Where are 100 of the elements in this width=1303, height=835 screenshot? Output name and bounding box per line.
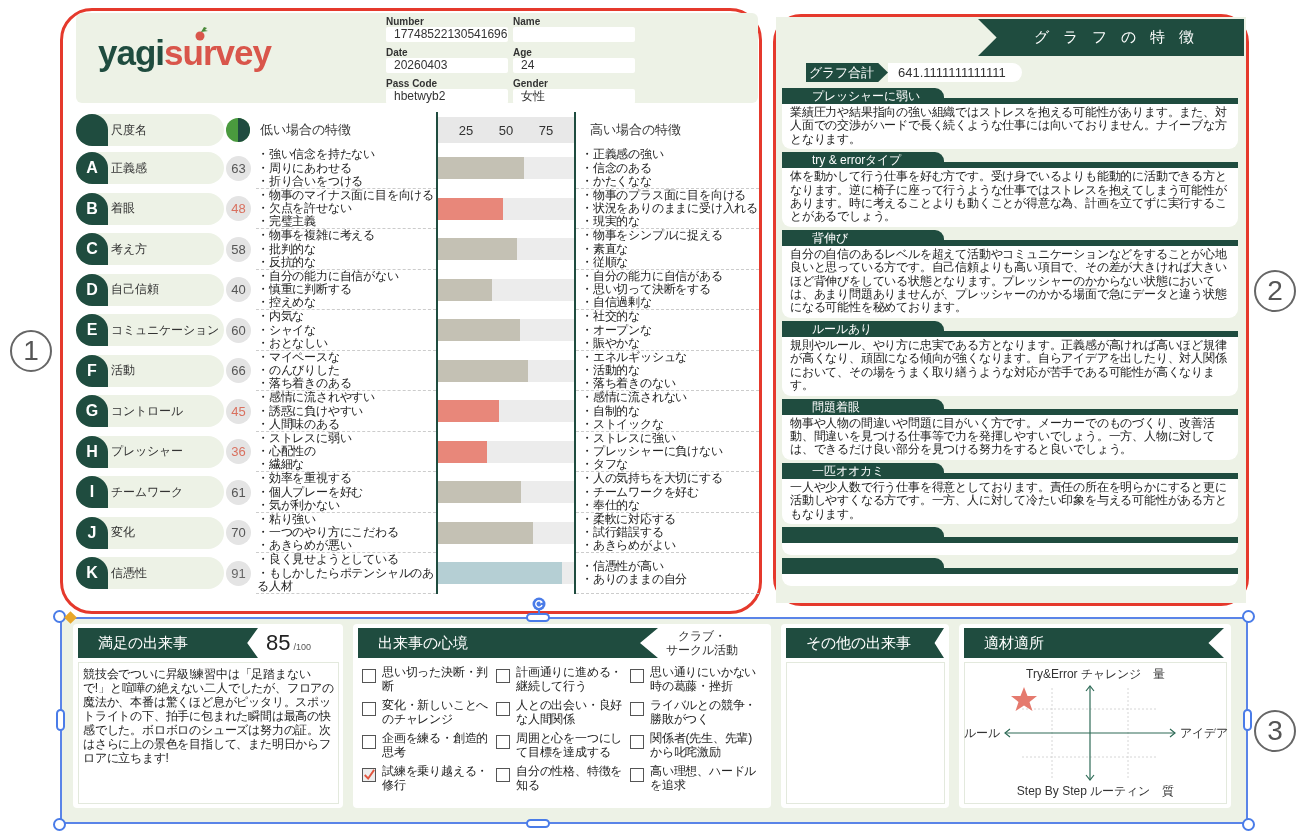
high-trait: ・あきらめがよい	[581, 539, 677, 553]
checkbox[interactable]	[362, 768, 376, 782]
input-field[interactable]	[513, 27, 635, 42]
scale-letter: G	[76, 395, 108, 428]
score-circle: 40	[226, 277, 251, 303]
resize-handle[interactable]	[1243, 709, 1252, 731]
low-trait: ・物事を複雑に考える	[257, 229, 376, 243]
scale-letter: A	[76, 152, 108, 185]
category-label: クラブ・	[678, 629, 726, 643]
checkbox[interactable]	[630, 669, 644, 683]
low-trait: ・のんびりした	[257, 364, 341, 378]
checkbox-label: 試練を乗り越える・修行	[382, 764, 490, 792]
resize-handle[interactable]	[1242, 818, 1255, 831]
rotate-handle[interactable]	[532, 597, 546, 615]
high-trait: ・自分の能力に自信がある	[581, 269, 724, 283]
checkbox-label: 人との出会い・良好な人間関係	[516, 698, 624, 726]
column-header: 高い場合の特徴	[589, 121, 682, 139]
checkbox-label: 思い切った決断・判断	[382, 665, 490, 693]
low-trait: ・誘惑に負けやすい	[257, 404, 365, 418]
column-header: 低い場合の特徴	[259, 121, 352, 139]
checkbox[interactable]	[362, 735, 376, 749]
checkbox-label: 関係者(先生、先輩)から叱咤激励	[650, 731, 753, 759]
checkbox[interactable]	[362, 669, 376, 683]
scale-name: コントロール	[111, 402, 183, 420]
high-trait: ・社交的な	[581, 310, 641, 324]
low-trait: ・シャイな	[257, 323, 317, 337]
checkbox-label: 自分の性格、特徴を知る	[516, 764, 624, 792]
high-trait: ・信憑性が高い	[581, 559, 665, 573]
input-field[interactable]: 20260403	[386, 58, 508, 73]
checkbox-label: 計画通りに進める・継続して行う	[516, 665, 624, 693]
high-trait: ・自信過剰な	[581, 296, 653, 310]
checkbox[interactable]	[362, 702, 376, 716]
checkbox[interactable]	[496, 735, 510, 749]
input-field[interactable]: 女性	[513, 89, 635, 104]
scale-name: 正義感	[111, 159, 147, 177]
input-field[interactable]: 17748522130541696	[386, 27, 508, 42]
axis-label: 量	[1152, 666, 1165, 683]
low-trait: ・粘り強い	[257, 512, 316, 527]
input-field[interactable]: hbetwyb2	[386, 89, 508, 104]
high-trait: ・ありのままの自分	[581, 573, 689, 587]
checkbox[interactable]	[496, 768, 510, 782]
low-trait: ・周りにあわせる	[257, 161, 352, 175]
high-trait: ・ストレスに強い	[581, 431, 677, 445]
low-trait: ・欠点を許せない	[257, 202, 353, 216]
low-trait: ・物事のマイナス面に目を向ける	[257, 188, 435, 202]
low-trait: ・個人プレーを好む	[257, 485, 365, 499]
high-trait: ・柔軟に対応する	[581, 512, 677, 526]
scale-letter: C	[76, 233, 108, 266]
resize-handle[interactable]	[1242, 610, 1255, 623]
score-circle: 63	[226, 155, 251, 181]
low-trait: ・おとなしい	[257, 336, 329, 351]
low-trait: ・人間味のある	[257, 417, 340, 432]
low-trait: ・感情に流されやすい	[257, 391, 376, 405]
scale-name: コミュニケーション	[111, 321, 219, 339]
axis-tick: 25	[457, 122, 475, 138]
scale-name: チームワーク	[111, 483, 183, 501]
field-label: Number	[386, 17, 425, 27]
score-circle: 48	[226, 196, 251, 222]
low-trait: ・自分の能力に自信がない	[257, 269, 400, 283]
low-trait: ・折り合いをつける	[257, 174, 365, 189]
input-field[interactable]: 24	[513, 58, 635, 73]
card-title: 問題着眼	[782, 398, 944, 415]
step-number: 2	[1254, 270, 1296, 312]
scale-letter: D	[76, 273, 108, 306]
score-circle: 60	[226, 317, 251, 343]
field-label: Name	[513, 17, 542, 27]
high-trait: ・エネルギッシュな	[581, 350, 689, 364]
score-circle: 45	[226, 398, 251, 424]
anchor-icon[interactable]	[64, 611, 77, 624]
selection-frame[interactable]	[60, 617, 1248, 824]
score-circle: 66	[226, 358, 251, 384]
column-header: 尺度名	[111, 121, 147, 139]
scale-name: 考え方	[111, 240, 147, 258]
checkbox[interactable]	[496, 702, 510, 716]
low-trait: ・効率を重視する	[257, 472, 353, 486]
high-trait: ・現実的な	[581, 215, 641, 229]
scale-letter: J	[76, 516, 108, 549]
field-label: Pass Code	[386, 79, 439, 89]
satisfaction-score: 85	[266, 630, 291, 656]
axis-label: Try&Error チャレンジ	[1026, 666, 1141, 683]
checkbox-label: ライバルとの競争・勝敗がつく	[650, 698, 758, 726]
resize-handle[interactable]	[526, 819, 550, 828]
scale-letter: E	[76, 314, 108, 347]
panel-title: 満足の出来事	[78, 628, 258, 658]
scale-letter: F	[76, 354, 108, 387]
checkbox[interactable]	[630, 768, 644, 782]
high-trait: ・活動的な	[581, 364, 641, 378]
scale-name: 変化	[111, 524, 135, 542]
resize-handle[interactable]	[53, 818, 66, 831]
checkbox[interactable]	[630, 735, 644, 749]
resize-handle[interactable]	[53, 610, 66, 623]
high-trait: ・賑やかな	[581, 336, 641, 350]
logo: yagisurvey	[98, 33, 271, 73]
card-title: 背伸び	[782, 229, 944, 246]
resize-handle[interactable]	[526, 613, 550, 622]
resize-handle[interactable]	[56, 709, 65, 731]
checkbox[interactable]	[630, 702, 644, 716]
scale-marker	[76, 114, 108, 146]
checkbox[interactable]	[496, 669, 510, 683]
total-value: 641.1111111111111	[888, 63, 1022, 82]
